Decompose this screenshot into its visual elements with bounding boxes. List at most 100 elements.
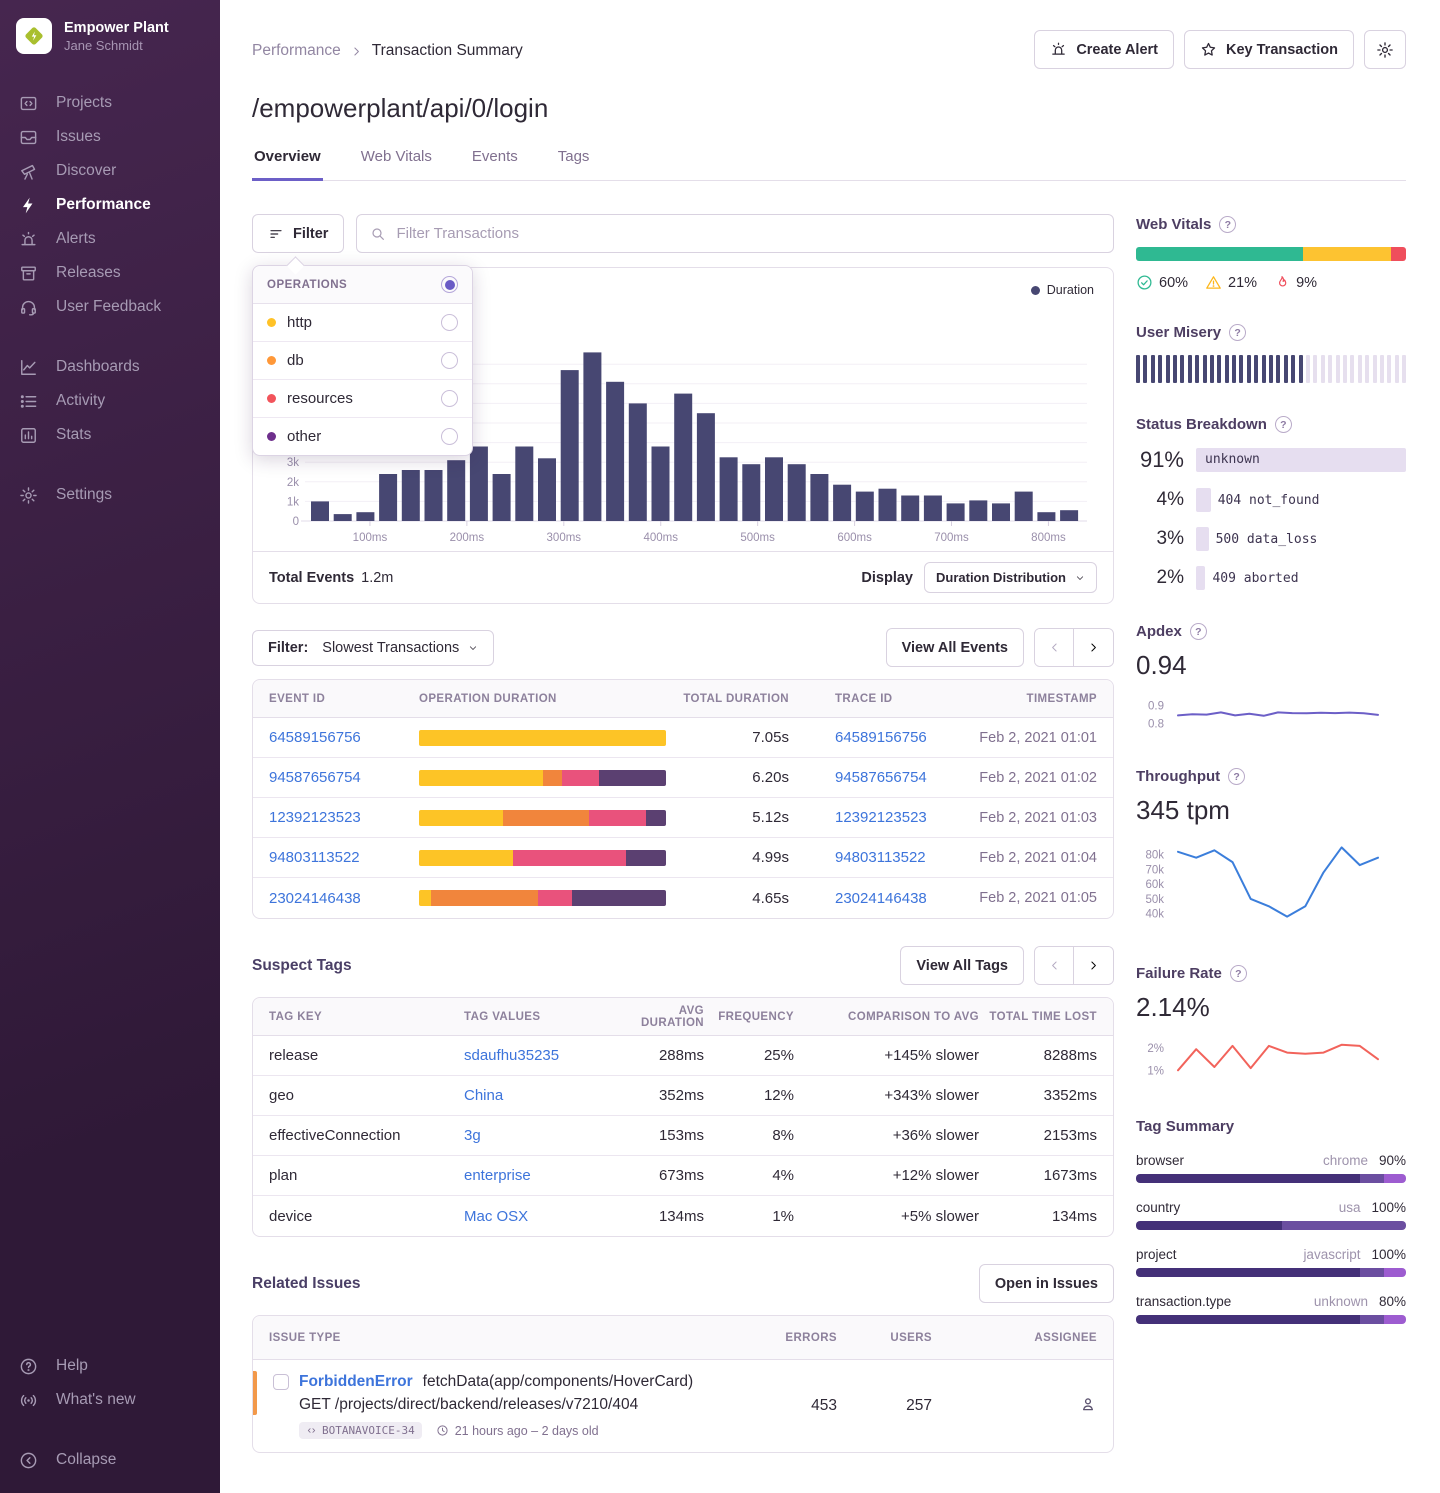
table-row: geo China 352ms 12% +343% slower 3352ms <box>253 1076 1113 1116</box>
create-alert-button[interactable]: Create Alert <box>1034 30 1174 69</box>
sidebar-item-help[interactable]: Help <box>0 1349 220 1383</box>
filter-button-label: Filter <box>293 226 328 242</box>
sidebar-item-stats[interactable]: Stats <box>0 418 220 452</box>
nav-divider <box>0 1417 220 1443</box>
events-next-page-button[interactable] <box>1074 629 1113 666</box>
event-id-link[interactable]: 12392123523 <box>269 809 419 826</box>
sidebar-item-projects[interactable]: Projects <box>0 86 220 120</box>
tag-summary-row: transaction.type unknown 80% <box>1136 1294 1406 1324</box>
db-radio[interactable] <box>441 352 458 369</box>
filter-button[interactable]: Filter <box>252 214 344 253</box>
question-icon[interactable]: ? <box>1219 216 1236 233</box>
tab-web-vitals[interactable]: Web Vitals <box>359 148 434 181</box>
tag-value-link[interactable]: Mac OSX <box>464 1208 614 1225</box>
sidebar-item-issues[interactable]: Issues <box>0 120 220 154</box>
sidebar-item-label: Releases <box>56 264 121 282</box>
view-all-events-button[interactable]: View All Events <box>886 628 1024 667</box>
operation-option-other[interactable]: other <box>253 418 472 455</box>
tag-summary-row: browser chrome 90% <box>1136 1153 1406 1183</box>
trace-id-link[interactable]: 64589156756 <box>789 729 964 746</box>
question-icon[interactable]: ? <box>1230 965 1247 982</box>
event-id-link[interactable]: 64589156756 <box>269 729 419 746</box>
org-switcher[interactable]: Empower Plant Jane Schmidt <box>0 18 220 54</box>
sidebar-item-alerts[interactable]: Alerts <box>0 222 220 256</box>
comparison: +343% slower <box>794 1087 979 1104</box>
tag-summary-key: transaction.type <box>1136 1294 1231 1309</box>
issue-errors-count: 453 <box>742 1397 837 1415</box>
question-icon[interactable]: ? <box>1190 623 1207 640</box>
sidebar-item-user-feedback[interactable]: User Feedback <box>0 290 220 324</box>
assignee-person-icon <box>1079 1395 1097 1413</box>
sidebar-item-dashboards[interactable]: Dashboards <box>0 350 220 384</box>
frequency: 8% <box>704 1127 794 1144</box>
sidebar-item-discover[interactable]: Discover <box>0 154 220 188</box>
tag-summary-pct: 80% <box>1379 1294 1406 1309</box>
tag-value-link[interactable]: sdaufhu35235 <box>464 1047 614 1064</box>
tag-value-link[interactable]: 3g <box>464 1127 614 1144</box>
topbar: Performance Transaction Summary Create A… <box>252 30 1406 69</box>
display-select[interactable]: Duration Distribution <box>924 562 1097 593</box>
question-icon[interactable]: ? <box>1275 416 1292 433</box>
col-assignee: ASSIGNEE <box>932 1332 1097 1344</box>
sidebar-item-performance[interactable]: Performance <box>0 188 220 222</box>
tags-prev-page-button[interactable] <box>1035 947 1074 984</box>
status-pct: 91% <box>1136 447 1184 473</box>
trace-id-link[interactable]: 12392123523 <box>789 809 964 826</box>
total-events-label: Total Events <box>269 570 354 586</box>
events-prev-page-button[interactable] <box>1035 629 1074 666</box>
events-filter-select[interactable]: Filter: Slowest Transactions <box>252 630 494 666</box>
stats-icon <box>19 426 38 445</box>
chevron-right-icon <box>1087 641 1100 654</box>
resources-radio[interactable] <box>441 390 458 407</box>
other-radio[interactable] <box>441 428 458 445</box>
operation-option-http[interactable]: http <box>253 304 472 342</box>
issue-row[interactable]: ForbiddenError fetchData(app/components/… <box>253 1360 1113 1452</box>
view-all-tags-button[interactable]: View All Tags <box>900 946 1024 985</box>
sidebar-item-releases[interactable]: Releases <box>0 256 220 290</box>
issue-error-type-link[interactable]: ForbiddenError <box>299 1373 413 1391</box>
tab-overview[interactable]: Overview <box>252 148 323 181</box>
trace-id-link[interactable]: 23024146438 <box>789 890 964 907</box>
event-id-link[interactable]: 94587656754 <box>269 769 419 786</box>
tag-key: plan <box>269 1167 464 1184</box>
event-id-link[interactable]: 94803113522 <box>269 849 419 866</box>
tag-summary-pct: 90% <box>1379 1153 1406 1168</box>
status-bar <box>1196 566 1205 590</box>
related-issues-header: Related Issues Open in Issues <box>252 1264 1114 1303</box>
operation-option-db[interactable]: db <box>253 342 472 380</box>
breadcrumb-performance-link[interactable]: Performance <box>252 42 341 60</box>
chevron-down-icon <box>468 643 478 653</box>
tag-value-link[interactable]: enterprise <box>464 1167 614 1184</box>
tab-tags[interactable]: Tags <box>556 148 592 181</box>
question-icon[interactable]: ? <box>1229 324 1246 341</box>
question-icon[interactable]: ? <box>1228 768 1245 785</box>
chevron-right-icon <box>1087 959 1100 972</box>
operations-header-label: OPERATIONS <box>267 279 347 291</box>
sidebar-item-whats-new[interactable]: What's new <box>0 1383 220 1417</box>
transaction-settings-button[interactable] <box>1364 30 1406 69</box>
tag-value-link[interactable]: China <box>464 1087 614 1104</box>
key-transaction-button[interactable]: Key Transaction <box>1184 30 1354 69</box>
tags-next-page-button[interactable] <box>1074 947 1113 984</box>
event-id-link[interactable]: 23024146438 <box>269 890 419 907</box>
trace-id-link[interactable]: 94803113522 <box>789 849 964 866</box>
operations-all-radio[interactable] <box>441 276 458 293</box>
sidebar-item-settings[interactable]: Settings <box>0 478 220 512</box>
duration-legend-dot <box>1031 286 1040 295</box>
status-bar <box>1196 488 1211 512</box>
sidebar-collapse-button[interactable]: Collapse <box>0 1443 220 1477</box>
operation-option-resources[interactable]: resources <box>253 380 472 418</box>
tab-events[interactable]: Events <box>470 148 520 181</box>
issue-checkbox[interactable] <box>273 1374 289 1390</box>
trace-id-link[interactable]: 94587656754 <box>789 769 964 786</box>
open-in-issues-button[interactable]: Open in Issues <box>979 1264 1114 1303</box>
assignee-cell[interactable] <box>932 1395 1097 1417</box>
help-icon <box>19 1357 38 1376</box>
sidebar-item-activity[interactable]: Activity <box>0 384 220 418</box>
http-radio[interactable] <box>441 314 458 331</box>
table-row: plan enterprise 673ms 4% +12% slower 167… <box>253 1156 1113 1196</box>
events-pagination <box>1034 628 1114 667</box>
search-input[interactable] <box>396 225 1100 242</box>
chevron-left-icon <box>1048 959 1061 972</box>
project-badge[interactable]: BOTANAVOICE-34 <box>299 1422 422 1439</box>
